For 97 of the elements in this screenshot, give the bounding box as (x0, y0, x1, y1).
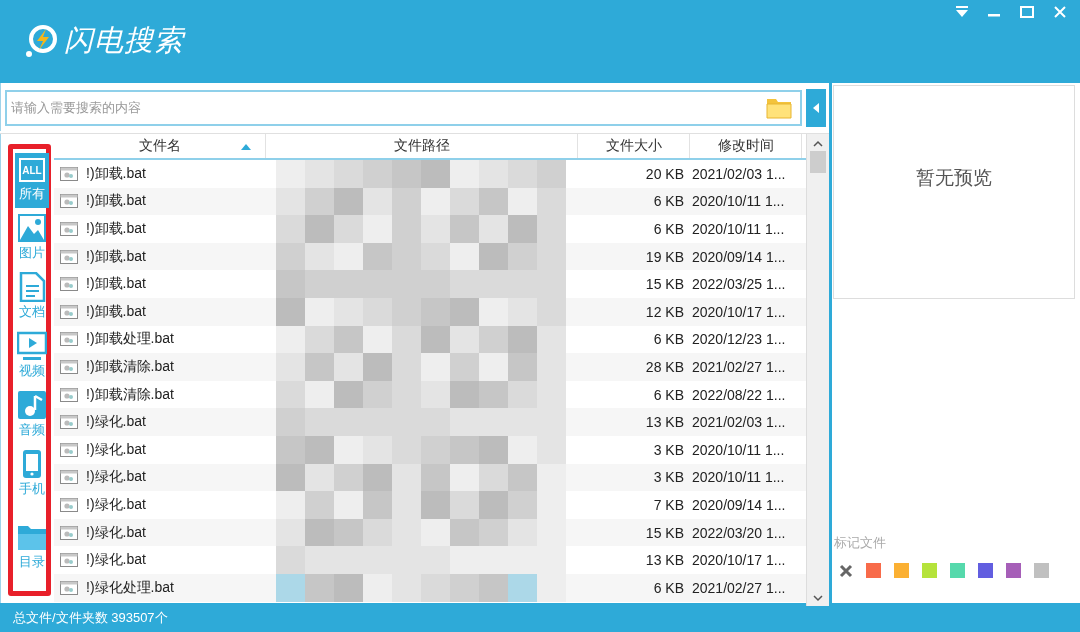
file-size: 20 KB (644, 165, 685, 182)
column-header[interactable]: 修改时间 (690, 134, 802, 158)
file-name[interactable]: !)卸载清除.bat (86, 385, 174, 404)
file-size: 6 KB (652, 579, 685, 596)
sort-ascending-icon (241, 144, 251, 150)
scroll-up-icon[interactable] (813, 140, 823, 148)
file-name[interactable]: !)绿化.bat (86, 551, 146, 570)
modified-time: 2021/02/03 1... (691, 414, 787, 431)
file-size: 13 KB (644, 414, 685, 431)
file-name[interactable]: !)绿化.bat (86, 440, 146, 459)
scroll-thumb[interactable] (810, 151, 826, 173)
file-size: 13 KB (644, 552, 685, 569)
modified-time: 2022/03/25 1... (691, 276, 787, 293)
modified-time: 2020/10/17 1... (691, 552, 787, 569)
modified-time: 2021/02/27 1... (691, 579, 787, 596)
modified-time: 2020/10/17 1... (691, 303, 787, 320)
column-header[interactable]: 文件大小 (578, 134, 690, 158)
file-size: 19 KB (644, 248, 685, 265)
file-name[interactable]: !)绿化.bat (86, 413, 146, 432)
caret-left-icon (813, 102, 819, 113)
search-field[interactable]: 请输入需要搜索的内容 (5, 89, 802, 126)
color-tag-swatch[interactable] (1006, 563, 1021, 578)
file-name[interactable]: !)绿化.bat (86, 495, 146, 514)
file-size: 15 KB (644, 276, 685, 293)
maximize-icon[interactable] (1020, 6, 1034, 18)
modified-time: 2020/12/23 1... (691, 331, 787, 348)
file-size: 12 KB (644, 303, 685, 320)
modified-time: 2022/03/20 1... (691, 524, 787, 541)
close-icon[interactable] (1054, 6, 1066, 18)
scroll-down-icon[interactable] (813, 594, 823, 602)
app-title: 闪电搜索 (64, 23, 184, 58)
file-size: 6 KB (652, 221, 685, 237)
monitor-play-icon (17, 331, 47, 361)
batch-file-icon (60, 194, 78, 209)
color-tag-swatch[interactable] (950, 563, 965, 578)
modified-time: 2020/09/14 1... (691, 496, 787, 513)
batch-file-icon (60, 166, 78, 181)
color-tag-swatch[interactable] (894, 563, 909, 578)
modified-time: 2020/10/11 1... (691, 469, 786, 486)
scrollbar[interactable] (806, 134, 829, 606)
batch-file-icon (60, 277, 78, 292)
file-name[interactable]: !)卸载.bat (86, 302, 146, 321)
clear-tag-icon[interactable] (839, 563, 853, 578)
file-size: 6 KB (652, 193, 685, 210)
batch-file-icon (60, 387, 78, 402)
batch-file-icon (60, 332, 78, 347)
file-name[interactable]: !)卸载.bat (86, 192, 146, 211)
file-name[interactable]: !)绿化.bat (86, 468, 146, 487)
batch-file-icon (60, 249, 78, 264)
file-name[interactable]: !)卸载.bat (86, 164, 146, 183)
modified-time: 2020/10/11 1... (691, 193, 786, 210)
file-size: 6 KB (652, 386, 685, 403)
collapse-panel-button[interactable] (806, 88, 826, 127)
batch-file-icon (60, 222, 78, 236)
color-tag-swatch[interactable] (922, 563, 937, 578)
color-tag-swatch[interactable] (1034, 563, 1049, 578)
column-header[interactable]: 文件名 (54, 134, 266, 158)
batch-file-icon (60, 304, 78, 319)
color-tag-swatch[interactable] (866, 563, 881, 578)
file-size: 3 KB (652, 469, 685, 486)
status-text: 总文件/文件夹数 393507个 (13, 608, 168, 627)
batch-file-icon (60, 553, 78, 568)
modified-time: 2020/10/11 1... (691, 221, 786, 237)
file-size: 28 KB (644, 358, 685, 375)
file-size: 6 KB (652, 331, 685, 348)
file-name[interactable]: !)卸载清除.bat (86, 357, 174, 376)
picture-icon (17, 213, 47, 243)
no-preview-text: 暂无预览 (916, 166, 992, 190)
all-files-icon: ALL (19, 158, 45, 182)
batch-file-icon (60, 497, 78, 512)
batch-file-icon (60, 359, 78, 374)
batch-file-icon (60, 580, 78, 595)
batch-file-icon (60, 442, 78, 457)
file-name[interactable]: !)卸载.bat (86, 247, 146, 266)
column-header[interactable]: 文件路径 (266, 134, 578, 158)
modified-time: 2022/08/22 1... (691, 386, 787, 403)
file-size: 3 KB (652, 441, 685, 458)
file-name[interactable]: !)绿化处理.bat (86, 578, 174, 597)
batch-file-icon (60, 470, 78, 485)
file-size: 7 KB (652, 496, 685, 513)
music-note-icon (17, 390, 47, 420)
modified-time: 2020/09/14 1... (691, 248, 787, 265)
file-size: 15 KB (644, 524, 685, 541)
batch-file-icon (60, 415, 78, 430)
dropdown-menu-icon[interactable] (956, 6, 968, 18)
app-logo-icon (24, 23, 60, 59)
file-name[interactable]: !)卸载处理.bat (86, 330, 174, 349)
modified-time: 2021/02/27 1... (691, 358, 787, 375)
modified-time: 2021/02/03 1... (691, 165, 787, 182)
color-tag-swatch[interactable] (978, 563, 993, 578)
tag-files-label: 标记文件 (834, 534, 887, 552)
modified-time: 2020/10/11 1... (691, 441, 786, 458)
batch-file-icon (60, 525, 78, 540)
file-name[interactable]: !)卸载.bat (86, 275, 146, 294)
document-icon (17, 272, 47, 302)
file-name[interactable]: !)绿化.bat (86, 523, 146, 542)
file-name[interactable]: !)卸载.bat (86, 220, 146, 238)
